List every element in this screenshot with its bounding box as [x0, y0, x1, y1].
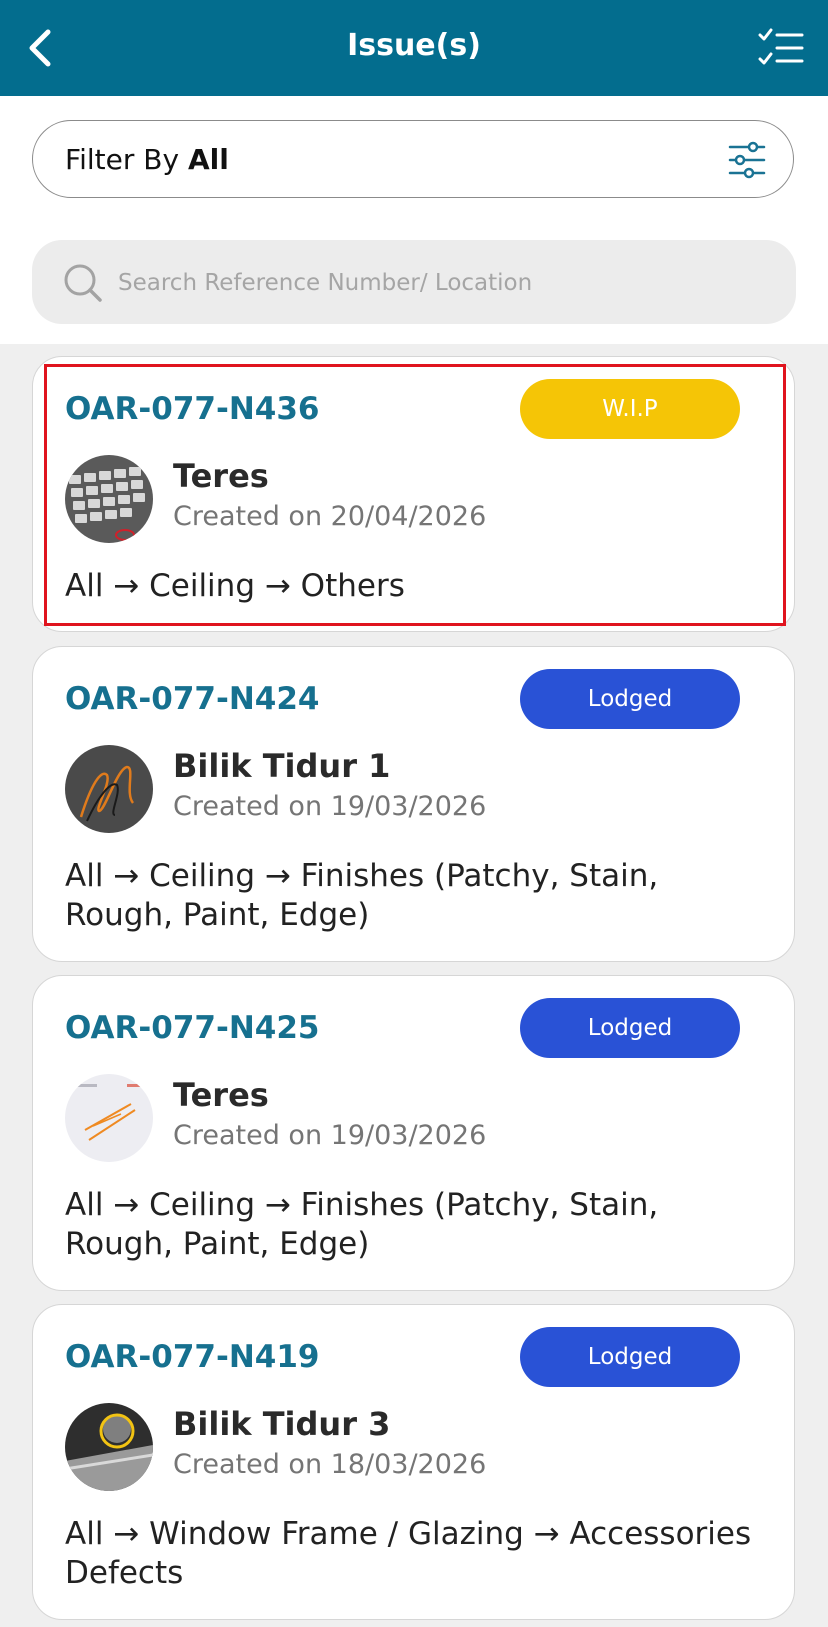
issue-category-path: All → Ceiling → Finishes (Patchy, Stain,… [65, 858, 659, 933]
issue-category-path: All → Window Frame / Glazing → Accessori… [65, 1516, 752, 1591]
checklist-icon[interactable] [758, 26, 804, 70]
status-badge: Lodged [520, 998, 740, 1058]
sliders-icon[interactable] [727, 141, 767, 179]
issue-card[interactable]: OAR-077-N424 Lodged Bilik Tidur 1 Create… [32, 646, 795, 962]
issue-created-date: Created on 20/04/2026 [173, 501, 487, 532]
search-icon [64, 264, 102, 302]
issue-card[interactable]: OAR-077-N419 Lodged Bilik Tidur 3 Create… [32, 1304, 795, 1620]
issue-created-date: Created on 19/03/2026 [173, 1120, 487, 1151]
issue-created-date: Created on 19/03/2026 [173, 791, 487, 822]
status-badge: Lodged [520, 669, 740, 729]
issue-thumbnail [65, 745, 153, 833]
issue-category-path: All → Ceiling → Finishes (Patchy, Stain,… [65, 1187, 659, 1262]
filter-prefix: Filter By [65, 143, 188, 176]
status-badge: Lodged [520, 1327, 740, 1387]
app-bar: Issue(s) [0, 0, 828, 96]
issue-category-path: All → Ceiling → Others [65, 568, 405, 604]
status-badge: W.I.P [520, 379, 740, 439]
search-input[interactable] [116, 258, 760, 308]
filter-search-section: Filter By All [0, 96, 828, 344]
issue-reference: OAR-077-N425 [65, 1010, 320, 1046]
filter-label: Filter By All [65, 143, 229, 176]
issue-location: Teres [173, 1076, 269, 1114]
filter-value: All [187, 143, 229, 176]
issue-location: Bilik Tidur 3 [173, 1405, 391, 1443]
issue-location: Bilik Tidur 1 [173, 747, 391, 785]
issue-created-date: Created on 18/03/2026 [173, 1449, 487, 1480]
issue-location: Teres [173, 457, 269, 495]
issue-card[interactable]: OAR-077-N425 Lodged Teres Created on 19/… [32, 975, 795, 1291]
page-title: Issue(s) [347, 28, 481, 63]
issue-reference: OAR-077-N424 [65, 681, 320, 717]
issue-thumbnail [65, 1074, 153, 1162]
issue-card[interactable]: OAR-077-N436 W.I.P Teres Created on 20/0… [32, 356, 795, 632]
issue-reference: OAR-077-N419 [65, 1339, 320, 1375]
filter-button[interactable]: Filter By All [32, 120, 794, 198]
issue-thumbnail [65, 1403, 153, 1491]
issue-thumbnail [65, 455, 153, 543]
issue-reference: OAR-077-N436 [65, 391, 320, 427]
search-bar [32, 240, 796, 324]
